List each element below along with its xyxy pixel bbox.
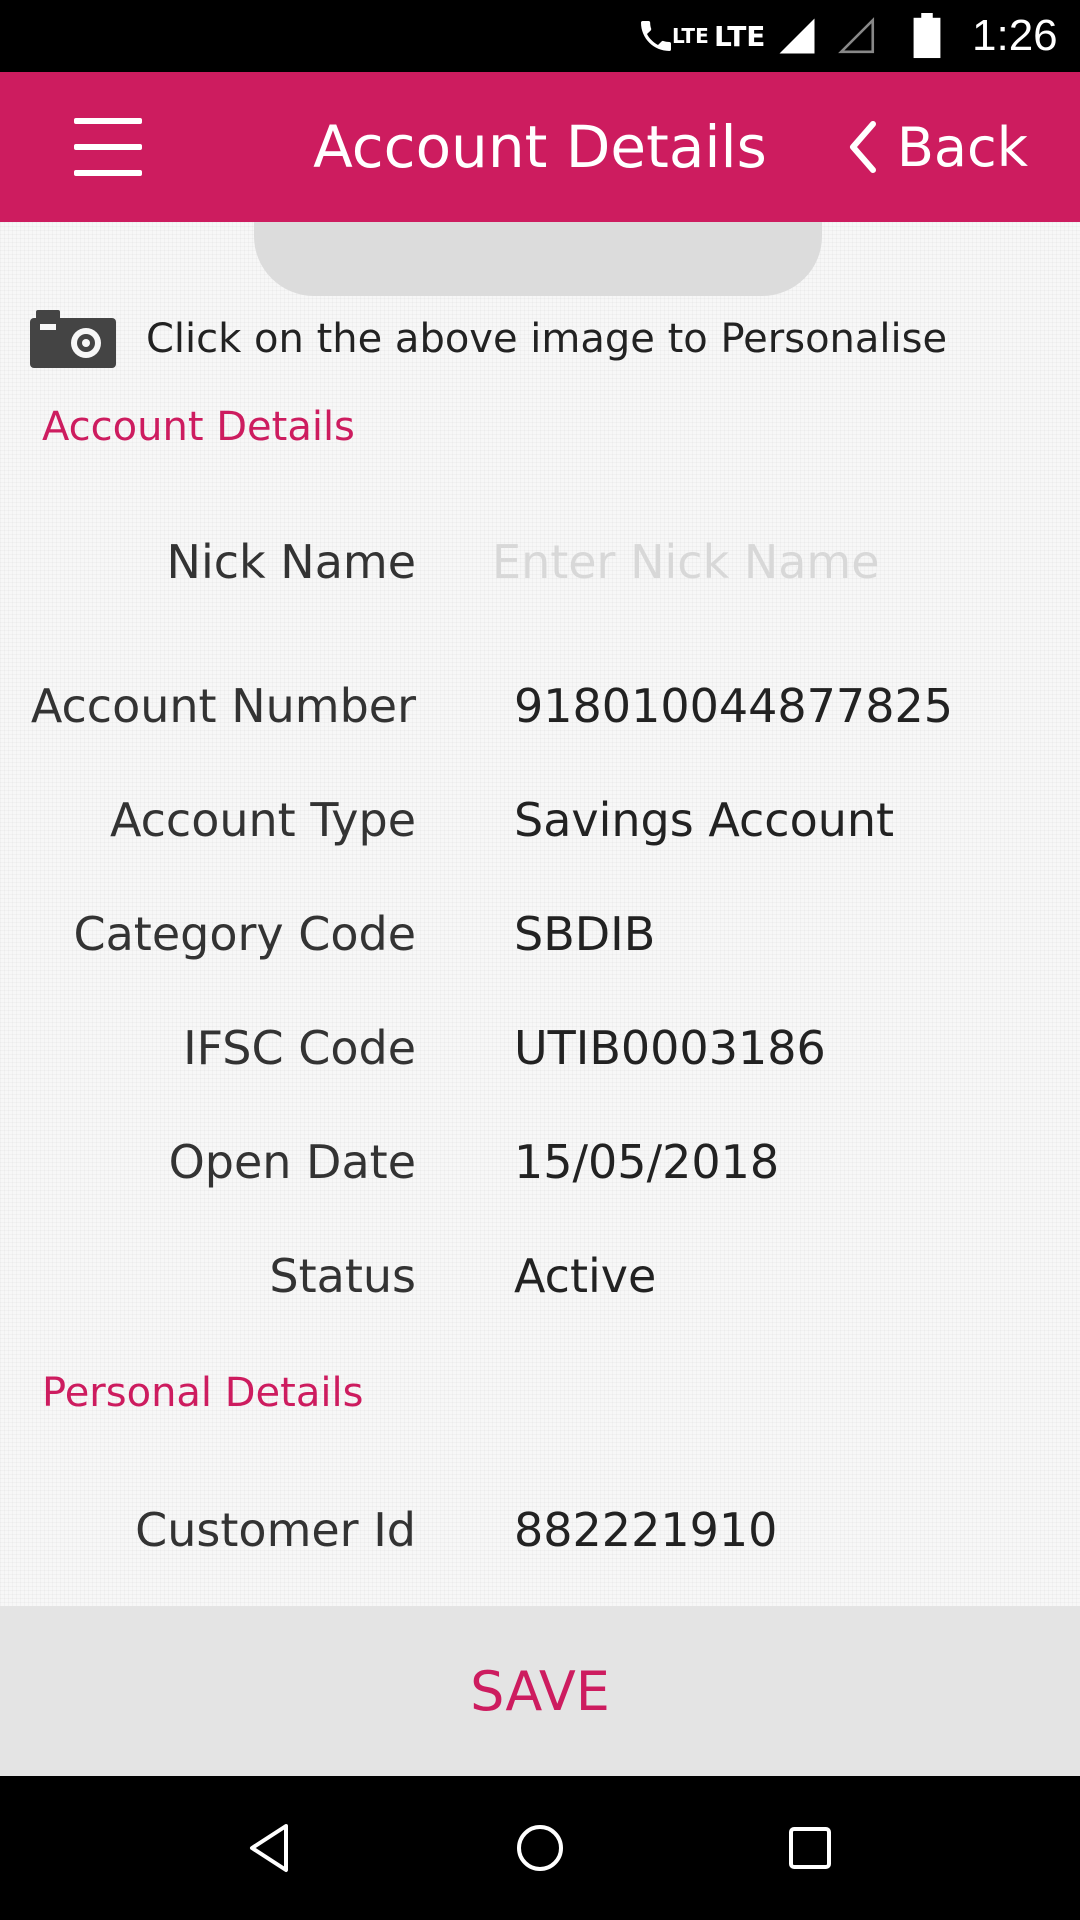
detail-row: Customer Id 882221910 bbox=[0, 1490, 1080, 1570]
detail-row: Open Date 15/05/2018 bbox=[0, 1122, 1080, 1202]
clock: 1:26 bbox=[972, 11, 1058, 60]
lte-data-label: LTE bbox=[714, 19, 766, 53]
account-details-heading: Account Details bbox=[42, 404, 355, 450]
account-type-label: Account Type bbox=[109, 793, 416, 847]
nav-back-icon[interactable] bbox=[238, 1816, 302, 1880]
hamburger-icon-line bbox=[74, 144, 142, 150]
detail-row: Account Number 918010044877825 bbox=[0, 666, 1080, 746]
detail-row: IFSC Code UTIB0003186 bbox=[0, 1008, 1080, 1088]
account-number-label: Account Number bbox=[30, 679, 416, 733]
hamburger-icon-line bbox=[74, 170, 142, 176]
lte-call-label: LTE bbox=[672, 24, 709, 48]
customer-id-label: Customer Id bbox=[135, 1503, 416, 1557]
detail-row: Status Active bbox=[0, 1236, 1080, 1316]
app-bar: Account Details Back bbox=[0, 72, 1080, 222]
status-bar: LTE LTE 1:26 bbox=[0, 0, 1080, 72]
open-date-value: 15/05/2018 bbox=[514, 1135, 780, 1189]
system-nav-bar bbox=[0, 1776, 1080, 1920]
nav-recent-icon[interactable] bbox=[778, 1816, 842, 1880]
content-area: Click on the above image to Personalise … bbox=[0, 222, 1080, 1606]
detail-row: Account Type Savings Account bbox=[0, 780, 1080, 860]
status-label: Status bbox=[269, 1249, 416, 1303]
chevron-left-icon bbox=[847, 120, 877, 174]
personalise-text: Click on the above image to Personalise bbox=[146, 316, 948, 362]
battery-icon bbox=[912, 0, 942, 72]
signal-icon bbox=[776, 0, 818, 72]
category-code-value: SBDIB bbox=[514, 907, 656, 961]
open-date-label: Open Date bbox=[168, 1135, 416, 1189]
ifsc-code-label: IFSC Code bbox=[183, 1021, 416, 1075]
save-button[interactable]: SAVE bbox=[0, 1606, 1080, 1776]
nick-name-label: Nick Name bbox=[166, 535, 416, 589]
back-label: Back bbox=[896, 115, 1028, 179]
lte-data-icon: LTE bbox=[714, 0, 765, 72]
call-icon bbox=[636, 0, 676, 72]
back-button[interactable]: Back bbox=[847, 72, 1028, 222]
personal-details-heading: Personal Details bbox=[42, 1370, 364, 1416]
account-type-value: Savings Account bbox=[514, 793, 895, 847]
nav-home-icon[interactable] bbox=[508, 1816, 572, 1880]
personalise-hint: Click on the above image to Personalise bbox=[30, 304, 947, 374]
status-value: Active bbox=[514, 1249, 657, 1303]
account-number-value: 918010044877825 bbox=[514, 679, 953, 733]
detail-row: Category Code SBDIB bbox=[0, 894, 1080, 974]
category-code-label: Category Code bbox=[73, 907, 416, 961]
save-label: SAVE bbox=[470, 1659, 610, 1723]
customer-id-value: 882221910 bbox=[514, 1503, 778, 1557]
camera-icon[interactable] bbox=[30, 310, 116, 368]
nick-name-input[interactable] bbox=[492, 527, 1012, 597]
ifsc-code-value: UTIB0003186 bbox=[514, 1021, 826, 1075]
signal-empty-icon bbox=[836, 0, 878, 72]
nick-name-row: Nick Name bbox=[0, 522, 1080, 602]
account-image[interactable] bbox=[254, 222, 822, 296]
menu-button[interactable] bbox=[74, 118, 142, 176]
hamburger-icon-line bbox=[74, 118, 142, 124]
